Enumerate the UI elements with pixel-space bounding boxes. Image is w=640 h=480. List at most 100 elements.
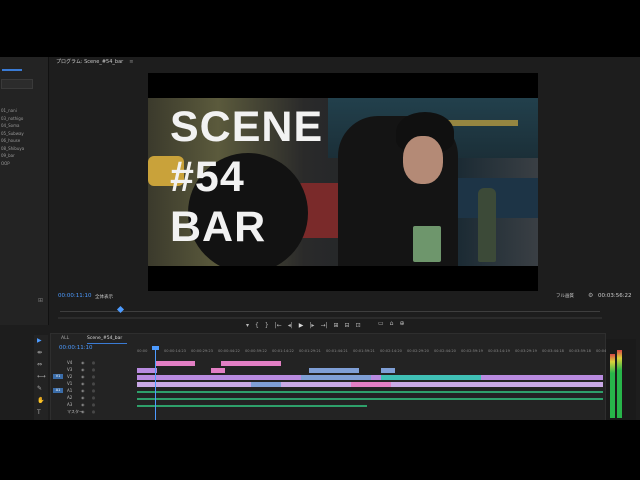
mark-in-button[interactable]: { bbox=[255, 322, 259, 329]
selection-tool-icon[interactable]: ▶ bbox=[37, 337, 42, 344]
track-toggle-icons[interactable]: ◉ ◎ bbox=[81, 388, 98, 393]
ruler-tick-label: 00:01:14:22 bbox=[272, 349, 294, 353]
vr-button[interactable]: ⌂ bbox=[390, 320, 394, 327]
ruler-tick-label: 00:00:44:22 bbox=[218, 349, 240, 353]
play-button[interactable]: ▶ bbox=[299, 322, 304, 329]
timeline-clip[interactable] bbox=[155, 361, 195, 366]
panel-menu-icon[interactable]: ≡ bbox=[129, 59, 133, 65]
timeline-clip[interactable] bbox=[351, 382, 391, 387]
tab-sequence[interactable]: Scene_#54_bar bbox=[87, 336, 122, 341]
settings-wrench-icon[interactable]: ⚙ bbox=[588, 292, 593, 299]
add-marker-button[interactable]: ▾ bbox=[246, 322, 249, 329]
timeline-clip[interactable] bbox=[309, 368, 359, 373]
list-item[interactable]: 06_house bbox=[1, 137, 47, 145]
lift-button[interactable]: ⊞ bbox=[334, 322, 339, 329]
title-line: #54 bbox=[170, 153, 245, 201]
source-patch-toggle[interactable] bbox=[53, 402, 63, 407]
list-item[interactable]: 04_Soma bbox=[1, 122, 47, 130]
track-header[interactable]: A2 ◉ ◎ bbox=[53, 395, 135, 402]
timeline-clip[interactable] bbox=[137, 368, 157, 373]
slip-tool-icon[interactable]: ⟷ bbox=[37, 373, 46, 380]
track-toggle-icons[interactable]: ◉ ◎ bbox=[81, 381, 98, 386]
playback-quality-select[interactable]: フル画質 bbox=[556, 293, 574, 299]
timeline-clip[interactable] bbox=[301, 375, 371, 380]
export-frame-button[interactable]: ⊡ bbox=[356, 322, 361, 329]
list-item[interactable]: 09_bar bbox=[1, 152, 47, 160]
timeline-clip[interactable] bbox=[221, 361, 281, 366]
timeline-clip[interactable] bbox=[251, 382, 281, 387]
timeline-playhead[interactable] bbox=[155, 347, 156, 420]
source-patch-toggle[interactable]: A1 bbox=[53, 388, 63, 393]
audio-clip[interactable] bbox=[137, 391, 603, 393]
ruler-tick-label: 00:00:29:23 bbox=[191, 349, 213, 353]
track-header[interactable]: V1 ◉ ◎ bbox=[53, 381, 135, 388]
project-search-input[interactable] bbox=[1, 79, 33, 89]
track-header[interactable]: A1 A1 ◉ ◎ bbox=[53, 388, 135, 395]
timeline-timecode[interactable]: 00:00:11:10 bbox=[59, 345, 93, 351]
audio-meters bbox=[606, 339, 636, 420]
tab-all[interactable]: ALL bbox=[61, 336, 69, 341]
title-line: SCENE bbox=[170, 103, 324, 151]
audio-clip[interactable] bbox=[137, 398, 603, 400]
pen-tool-icon[interactable]: ✎ bbox=[37, 385, 42, 392]
program-monitor-tab[interactable]: プログラム: Scene_#54_bar ≡ bbox=[56, 58, 133, 65]
track-header[interactable]: A3 ◉ ◎ bbox=[53, 402, 135, 409]
source-patch-toggle[interactable] bbox=[53, 381, 63, 386]
track-toggle-icons[interactable]: ◉ ◎ bbox=[81, 360, 98, 365]
list-item[interactable]: OOP bbox=[1, 160, 47, 168]
list-item[interactable]: 08_Shibuya bbox=[1, 145, 47, 153]
list-item[interactable]: 05_Subway bbox=[1, 130, 47, 138]
track-label: V3 bbox=[67, 367, 73, 372]
step-forward-button[interactable]: |▸ bbox=[309, 322, 314, 329]
audio-clip[interactable] bbox=[137, 405, 367, 407]
track-toggle-icons[interactable]: ◉ ◎ bbox=[81, 374, 98, 379]
source-patch-toggle[interactable] bbox=[53, 409, 63, 414]
ruler-tick-label: 00:00:14:23 bbox=[164, 349, 186, 353]
project-tab[interactable] bbox=[2, 61, 40, 69]
monitor-tab-label: プログラム: Scene_#54_bar bbox=[56, 59, 124, 65]
new-bin-icon[interactable]: ⊞ bbox=[38, 297, 43, 304]
safe-margins-button[interactable]: ▭ bbox=[378, 320, 384, 327]
track-toggle-icons[interactable]: ◉ ◎ bbox=[81, 402, 98, 407]
source-patch-toggle[interactable] bbox=[53, 360, 63, 365]
source-patch-toggle[interactable] bbox=[53, 367, 63, 372]
track-header[interactable]: V3 ◉ ◎ bbox=[53, 367, 135, 374]
track-label: V4 bbox=[67, 360, 73, 365]
track-label: A2 bbox=[67, 395, 73, 400]
list-item[interactable]: 03_nothigo bbox=[1, 115, 47, 123]
timeline-clip[interactable] bbox=[211, 368, 225, 373]
timeline-clip[interactable] bbox=[381, 368, 395, 373]
type-tool-icon[interactable]: T bbox=[37, 409, 41, 416]
timeline-clip[interactable] bbox=[381, 375, 481, 380]
source-patch-toggle[interactable]: V1 bbox=[53, 374, 63, 379]
meter-left bbox=[610, 354, 615, 418]
track-label: V1 bbox=[67, 381, 73, 386]
ripple-edit-tool-icon[interactable]: ⇔ bbox=[37, 361, 42, 368]
premiere-window: 01_nani 03_nothigo 04_Soma 05_Subway 06_… bbox=[0, 57, 640, 420]
zoom-scroll-bar[interactable] bbox=[58, 317, 602, 319]
source-patch-toggle[interactable] bbox=[53, 395, 63, 400]
go-to-out-button[interactable]: →| bbox=[320, 322, 327, 329]
compare-button[interactable]: ⊕ bbox=[399, 320, 404, 327]
step-back-button[interactable]: ◂| bbox=[288, 322, 293, 329]
track-toggle-icons[interactable]: ◉ ◎ bbox=[81, 409, 98, 414]
track-header[interactable]: V1 V2 ◉ ◎ bbox=[53, 374, 135, 381]
track-select-tool-icon[interactable]: ⇹ bbox=[37, 349, 42, 356]
project-panel: 01_nani 03_nothigo 04_Soma 05_Subway 06_… bbox=[0, 57, 49, 325]
track-toggle-icons[interactable]: ◉ ◎ bbox=[81, 395, 98, 400]
meter-right bbox=[617, 350, 622, 418]
list-item[interactable]: 01_nani bbox=[1, 107, 47, 115]
mark-out-button[interactable]: } bbox=[265, 322, 269, 329]
playhead-timecode[interactable]: 00:00:11:10 bbox=[58, 293, 92, 299]
monitor-time-ruler[interactable] bbox=[60, 311, 600, 312]
go-to-in-button[interactable]: |← bbox=[275, 322, 282, 329]
track-toggle-icons[interactable]: ◉ ◎ bbox=[81, 367, 98, 372]
extract-button[interactable]: ⊟ bbox=[345, 322, 350, 329]
timeline-ruler[interactable]: 00:00 00:00:14:23 00:00:29:23 00:00:44:22 00… bbox=[137, 349, 610, 357]
track-header[interactable]: V4 ◉ ◎ bbox=[53, 360, 135, 367]
video-frame: SCENE #54 BAR bbox=[148, 98, 538, 266]
hand-tool-icon[interactable]: ✋ bbox=[37, 397, 44, 404]
timeline-clip[interactable] bbox=[491, 375, 551, 380]
zoom-fit-select[interactable]: 全体表示 bbox=[95, 294, 113, 300]
track-header[interactable]: マスター ◉ ◎ bbox=[53, 409, 135, 416]
